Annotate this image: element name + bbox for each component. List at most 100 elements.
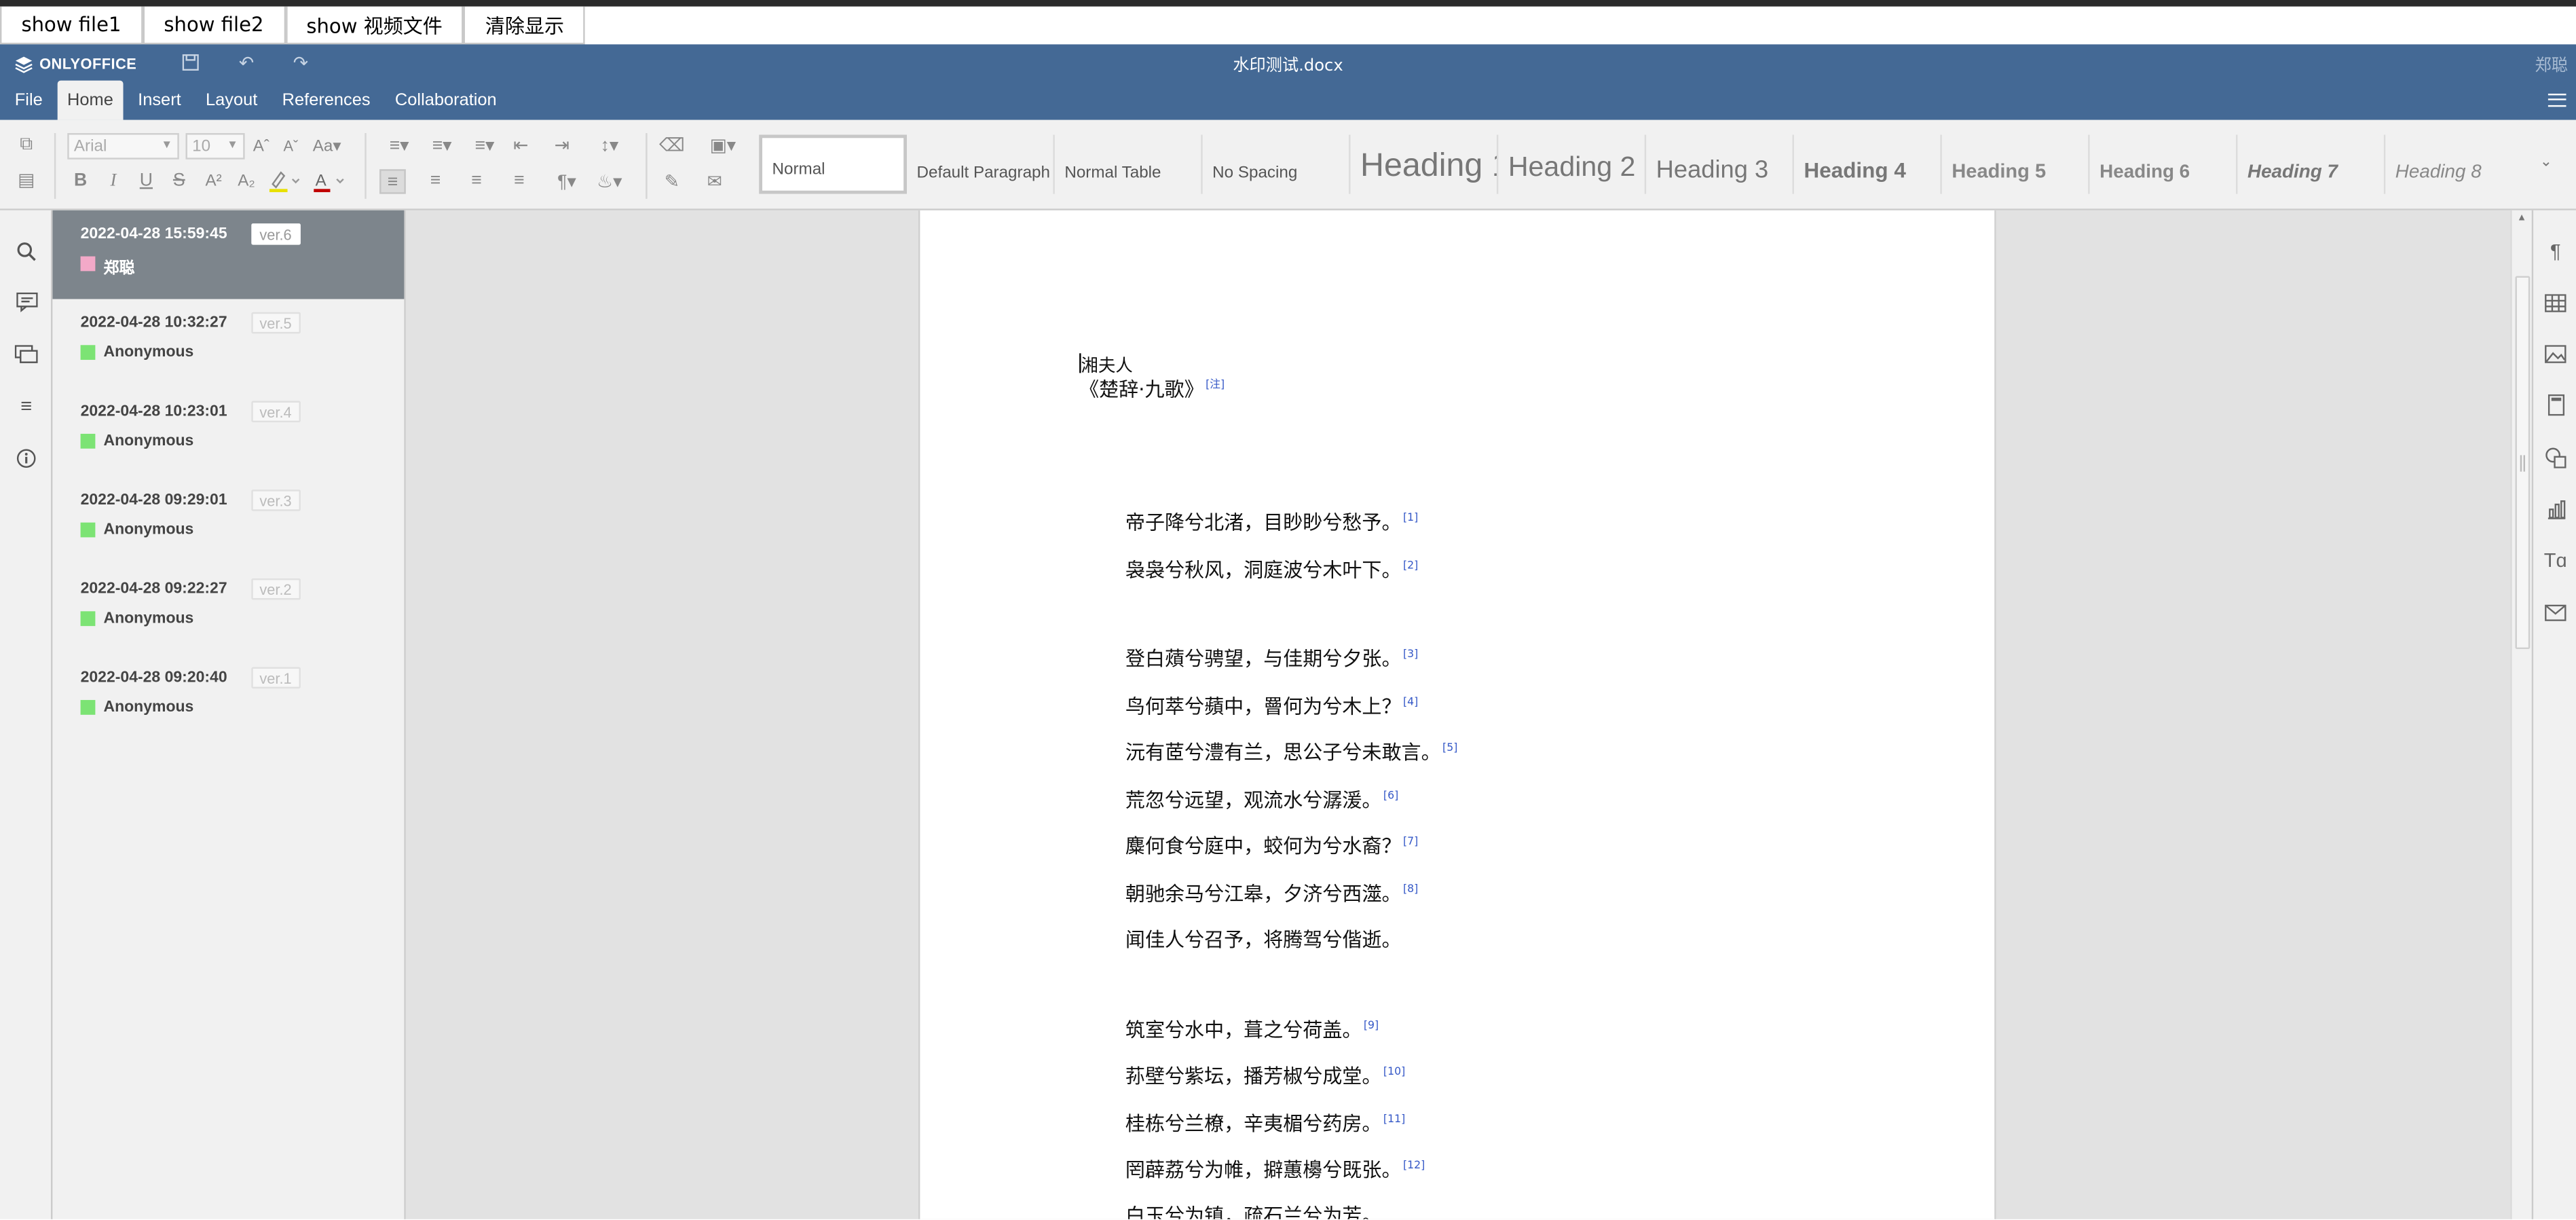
subscript-icon[interactable]: A₂ <box>235 169 258 192</box>
style-gallery: Normal Default Paragraph Normal Table No… <box>759 134 2533 194</box>
footnote-ref[interactable]: [6] <box>1383 789 1398 802</box>
multilevel-list-icon[interactable]: ≡▾ <box>466 133 502 156</box>
footnote-ref[interactable]: [注] <box>1206 378 1225 391</box>
justify-icon[interactable]: ≡ <box>508 169 531 192</box>
left-sidebar: ≡ <box>0 210 53 1219</box>
paragraph-marks-icon[interactable]: ¶▾ <box>548 169 584 192</box>
mail-merge-icon[interactable]: ✉ <box>703 169 726 192</box>
text-art-settings-icon[interactable]: Tɑ <box>2543 547 2568 572</box>
chart-settings-icon[interactable] <box>2543 496 2568 521</box>
align-right-icon[interactable]: ≡ <box>465 169 488 192</box>
style-heading-1[interactable]: Heading 1 <box>1350 134 1499 194</box>
style-heading-2[interactable]: Heading 2 <box>1498 134 1647 194</box>
style-heading-8[interactable]: Heading 8 <box>2385 134 2533 193</box>
align-left-icon[interactable]: ≡ <box>379 169 406 194</box>
decrease-font-icon[interactable]: Aˇ <box>281 134 301 158</box>
info-icon[interactable] <box>15 447 38 470</box>
document-page[interactable]: 湘夫人 《楚辞·九歌》 [注] 帝子降兮北渚，目眇眇兮愁予。 [1] 袅袅兮秋风，洞… <box>918 210 1996 1219</box>
footnote-ref[interactable]: [10] <box>1383 1065 1405 1077</box>
table-settings-icon[interactable] <box>2543 291 2568 315</box>
style-heading-6[interactable]: Heading 6 <box>2090 134 2238 194</box>
color-scheme-icon[interactable]: ▣▾ <box>703 133 743 156</box>
numbered-list-icon[interactable]: ≡▾ <box>424 133 460 156</box>
style-default-paragraph[interactable]: Default Paragraph <box>907 134 1055 194</box>
footnote-ref[interactable]: [1] <box>1403 511 1418 524</box>
scrollbar-thumb[interactable] <box>2515 276 2531 650</box>
chevron-down-icon[interactable]: ⌄ <box>2540 153 2552 171</box>
footnote-ref[interactable]: [9] <box>1364 1019 1379 1032</box>
copy-style-icon[interactable]: ✎ <box>660 169 684 192</box>
paragraph-settings-icon[interactable]: ¶ <box>2543 238 2568 263</box>
style-heading-5[interactable]: Heading 5 <box>1942 134 2090 194</box>
tab-file[interactable]: File <box>5 81 52 120</box>
version-item[interactable]: 2022-04-28 10:23:01 ver.4 Anonymous <box>52 388 404 477</box>
tab-insert[interactable]: Insert <box>128 81 191 120</box>
decrease-indent-icon[interactable]: ⇤ <box>509 133 532 156</box>
footnote-ref[interactable]: [2] <box>1403 559 1418 572</box>
italic-icon[interactable]: I <box>103 169 123 192</box>
toolbar-divider <box>54 133 56 199</box>
shading-icon[interactable]: ♨▾ <box>591 169 627 192</box>
footnote-ref[interactable]: [3] <box>1403 648 1418 661</box>
footnote-ref[interactable]: [7] <box>1403 835 1418 848</box>
vertical-scrollbar[interactable]: ▲ <box>2510 210 2532 1219</box>
header-footer-settings-icon[interactable] <box>2543 392 2568 417</box>
show-file2-button[interactable]: show file2 <box>142 6 285 45</box>
search-icon[interactable] <box>15 240 38 263</box>
mail-merge-settings-icon[interactable] <box>2543 599 2568 624</box>
footnote-ref[interactable]: [11] <box>1383 1113 1405 1126</box>
version-item[interactable]: 2022-04-28 09:20:40 ver.1 Anonymous <box>52 654 404 743</box>
version-item[interactable]: 2022-04-28 10:32:27 ver.5 Anonymous <box>52 299 404 388</box>
style-heading-3[interactable]: Heading 3 <box>1646 134 1794 194</box>
align-center-icon[interactable]: ≡ <box>424 169 447 192</box>
tab-references[interactable]: References <box>272 81 380 120</box>
bullet-list-icon[interactable]: ≡▾ <box>381 133 417 156</box>
highlight-color-icon[interactable] <box>266 168 302 194</box>
tab-layout[interactable]: Layout <box>196 81 267 120</box>
paste-icon[interactable]: ▤ <box>15 168 38 191</box>
style-heading-4[interactable]: Heading 4 <box>1794 134 1942 194</box>
version-item[interactable]: 2022-04-28 09:22:27 ver.2 Anonymous <box>52 566 404 654</box>
image-settings-icon[interactable] <box>2543 341 2568 366</box>
font-name-select[interactable]: Arial ▼ <box>67 133 179 160</box>
scroll-up-arrow-icon[interactable]: ▲ <box>2517 214 2526 224</box>
tab-collaboration[interactable]: Collaboration <box>385 81 506 120</box>
font-color-icon[interactable]: A <box>310 168 346 194</box>
increase-font-icon[interactable]: Aˆ <box>251 134 271 158</box>
main-tabs: File Home Insert Layout References Colla… <box>5 80 511 120</box>
style-heading-7[interactable]: Heading 7 <box>2237 134 2386 194</box>
footnote-ref[interactable]: [12] <box>1403 1158 1425 1171</box>
shape-settings-icon[interactable] <box>2543 445 2568 470</box>
footnote-ref[interactable]: [5] <box>1442 741 1457 754</box>
change-case-icon[interactable]: Aa▾ <box>310 134 343 158</box>
footnote-ref[interactable]: [4] <box>1403 695 1418 708</box>
increase-indent-icon[interactable]: ⇥ <box>550 133 574 156</box>
version-user: 郑聪 <box>103 259 135 278</box>
clear-display-button[interactable]: 清除显示 <box>464 6 586 45</box>
style-no-spacing[interactable]: No Spacing <box>1203 134 1351 194</box>
navigation-icon[interactable]: ≡ <box>15 394 38 418</box>
version-date: 2022-04-28 09:29:01 <box>80 491 227 510</box>
tab-home[interactable]: Home <box>57 80 124 120</box>
bold-icon[interactable]: B <box>71 169 90 192</box>
style-normal[interactable]: Normal <box>759 134 908 194</box>
top-strip <box>0 0 2576 7</box>
toolbar-divider <box>365 133 367 199</box>
superscript-icon[interactable]: A² <box>202 169 225 192</box>
font-size-select[interactable]: 10 ▼ <box>185 133 245 160</box>
hamburger-menu-icon[interactable] <box>2547 93 2566 107</box>
version-item[interactable]: 2022-04-28 15:59:45 ver.6 郑聪 <box>52 210 405 299</box>
line-spacing-icon[interactable]: ↕▾ <box>591 133 627 156</box>
underline-icon[interactable]: U <box>136 169 156 192</box>
version-item[interactable]: 2022-04-28 09:29:01 ver.3 Anonymous <box>52 477 404 566</box>
show-video-file-button[interactable]: show 视频文件 <box>284 6 464 45</box>
poem-line-text: 白玉兮为镇，疏石兰兮为芳。 <box>1125 1204 1382 1219</box>
show-file1-button[interactable]: show file1 <box>0 6 143 45</box>
chat-icon[interactable] <box>14 344 38 367</box>
strikethrough-icon[interactable]: S <box>169 169 189 192</box>
style-normal-table[interactable]: Normal Table <box>1055 134 1203 194</box>
clear-style-icon[interactable]: ⌫ <box>659 133 685 156</box>
footnote-ref[interactable]: [8] <box>1403 883 1418 895</box>
copy-icon[interactable]: ⧉ <box>15 133 38 156</box>
comments-icon[interactable] <box>15 291 38 314</box>
